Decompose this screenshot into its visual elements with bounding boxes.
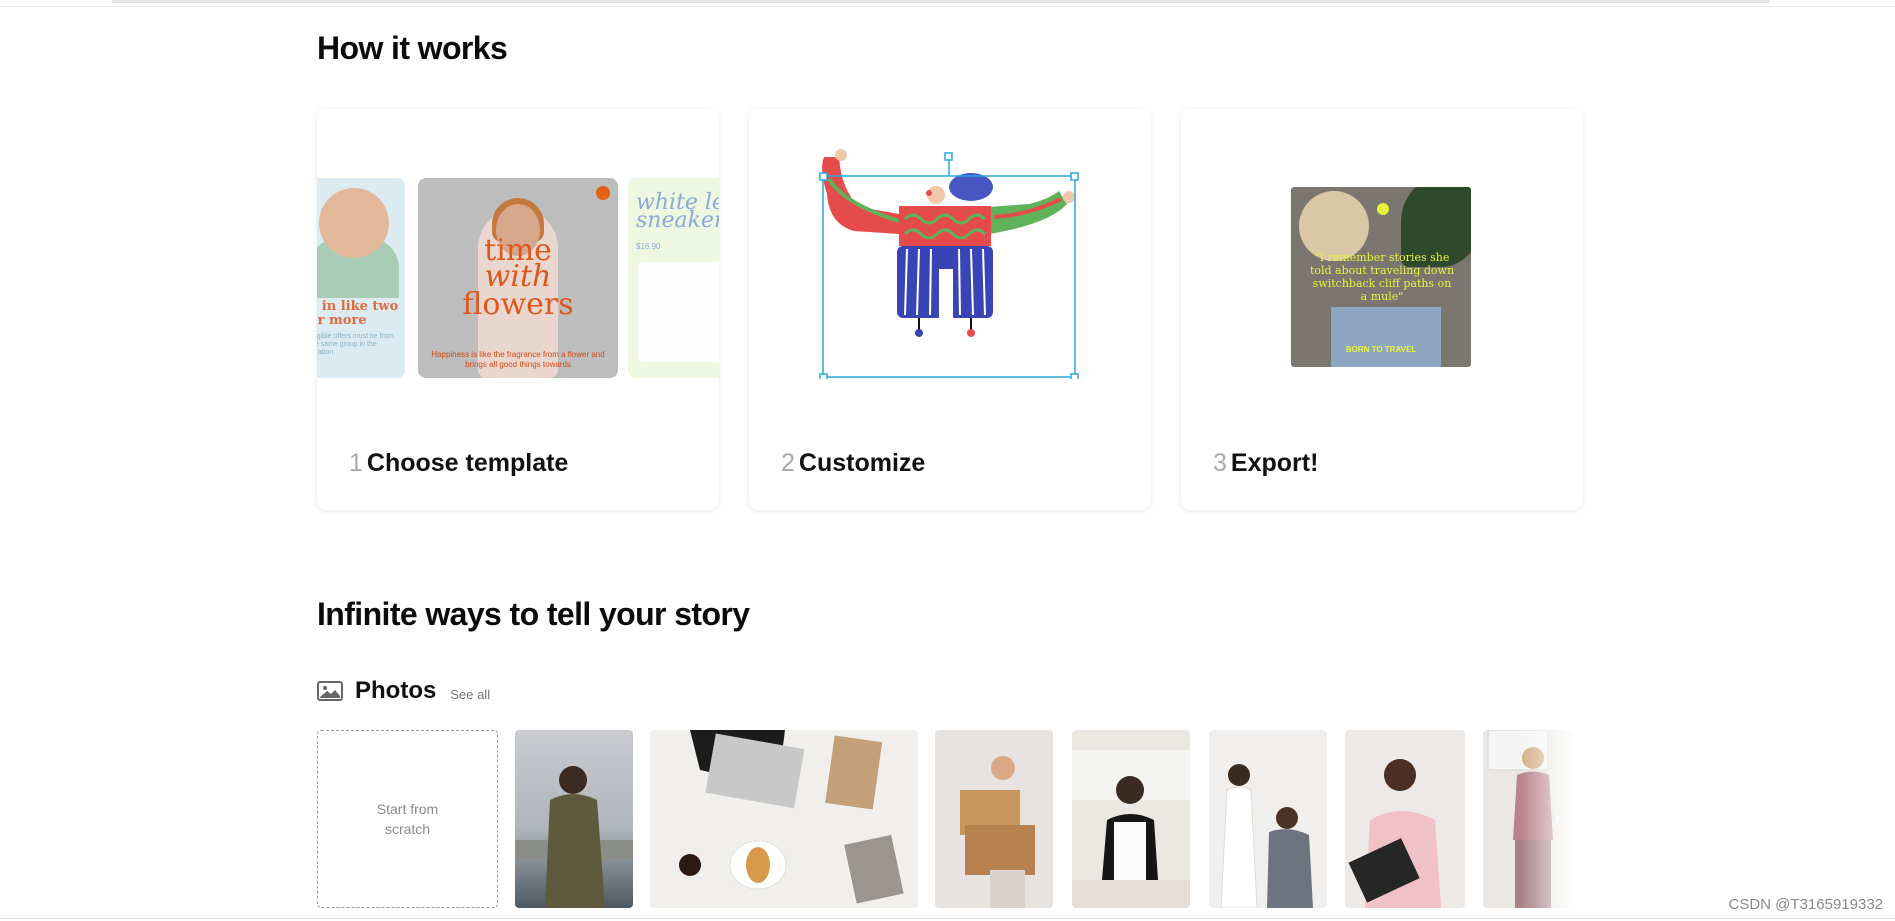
watermark-text: CSDN @T3165919332 <box>1728 896 1883 913</box>
divider-bottom <box>0 918 1895 919</box>
carousel-next-arrow-icon[interactable]: › <box>1545 806 1569 830</box>
step-label-3: 3 Export! <box>1213 449 1318 478</box>
template-preview-main[interactable]: time with flowers Happiness is like the … <box>418 178 618 378</box>
export-tag: BORN TO TRAVEL <box>1345 345 1417 354</box>
step-card-choose-template[interactable]: e in like two or more Eligible offers mu… <box>317 109 719 510</box>
export-quote: "I remember stories she told about trave… <box>1309 251 1455 303</box>
top-scrollbar-track <box>112 0 1770 3</box>
photo-thumbnail[interactable] <box>935 730 1053 908</box>
step-card-export[interactable]: "I remember stories she told about trave… <box>1181 109 1583 510</box>
flower-badge-icon <box>596 186 610 200</box>
photos-header: Photos See all <box>317 677 490 705</box>
template-preview-right[interactable]: white le sneaker $16.90 <box>628 178 719 378</box>
divider-top <box>0 6 1895 7</box>
section-title-how-it-works: How it works <box>317 30 508 66</box>
photo-wedding-couple <box>1220 764 1313 908</box>
photo-thumbnail[interactable] <box>650 730 918 908</box>
template-left-headline: e in like two or more <box>317 299 399 328</box>
see-all-link[interactable]: See all <box>450 687 490 702</box>
template-main-word-3: flowers <box>462 287 574 322</box>
image-icon <box>317 681 343 701</box>
step-title: Customize <box>798 449 926 477</box>
photo-thumbnail[interactable] <box>1345 730 1465 908</box>
step-label-2: 2 Customize <box>781 449 925 478</box>
section-title-infinite-ways: Infinite ways to tell your story <box>317 596 750 632</box>
template-right-headline: white le sneaker <box>636 190 719 233</box>
start-from-scratch-label: Start from scratch <box>376 801 439 837</box>
photo-man-jacket <box>515 766 633 908</box>
start-from-scratch-tile[interactable]: Start from scratch <box>317 730 498 908</box>
template-left-caption: Eligible offers must be from the same gr… <box>317 333 394 356</box>
step-label-1: 1 Choose template <box>349 449 568 478</box>
photo-woman-tablet <box>1348 759 1441 908</box>
photo-woman-coffee <box>1072 750 1190 908</box>
photo-thumbnail[interactable] <box>1072 730 1190 908</box>
photo-thumbnail[interactable] <box>515 730 633 908</box>
export-preview-image[interactable]: "I remember stories she told about trave… <box>1291 187 1471 367</box>
photos-label: Photos <box>355 677 437 704</box>
heart-icon <box>1377 203 1389 215</box>
template-right-price: $16.90 <box>636 242 661 251</box>
customize-illustration[interactable] <box>749 109 1151 379</box>
step-title: Choose template <box>366 449 569 477</box>
step-card-customize[interactable]: 2 Customize <box>749 109 1151 510</box>
photo-delivery-boxes <box>960 756 1035 908</box>
step-number: 2 <box>781 449 795 477</box>
step-number: 3 <box>1213 449 1227 477</box>
template-preview-left[interactable]: e in like two or more Eligible offers mu… <box>317 178 405 378</box>
step-number: 1 <box>349 449 363 477</box>
photo-desk-laptop <box>679 730 904 904</box>
step-title: Export! <box>1230 449 1319 477</box>
template-main-caption: Happiness is like the fragrance from a f… <box>431 350 605 369</box>
photo-thumbnail[interactable] <box>1209 730 1327 908</box>
